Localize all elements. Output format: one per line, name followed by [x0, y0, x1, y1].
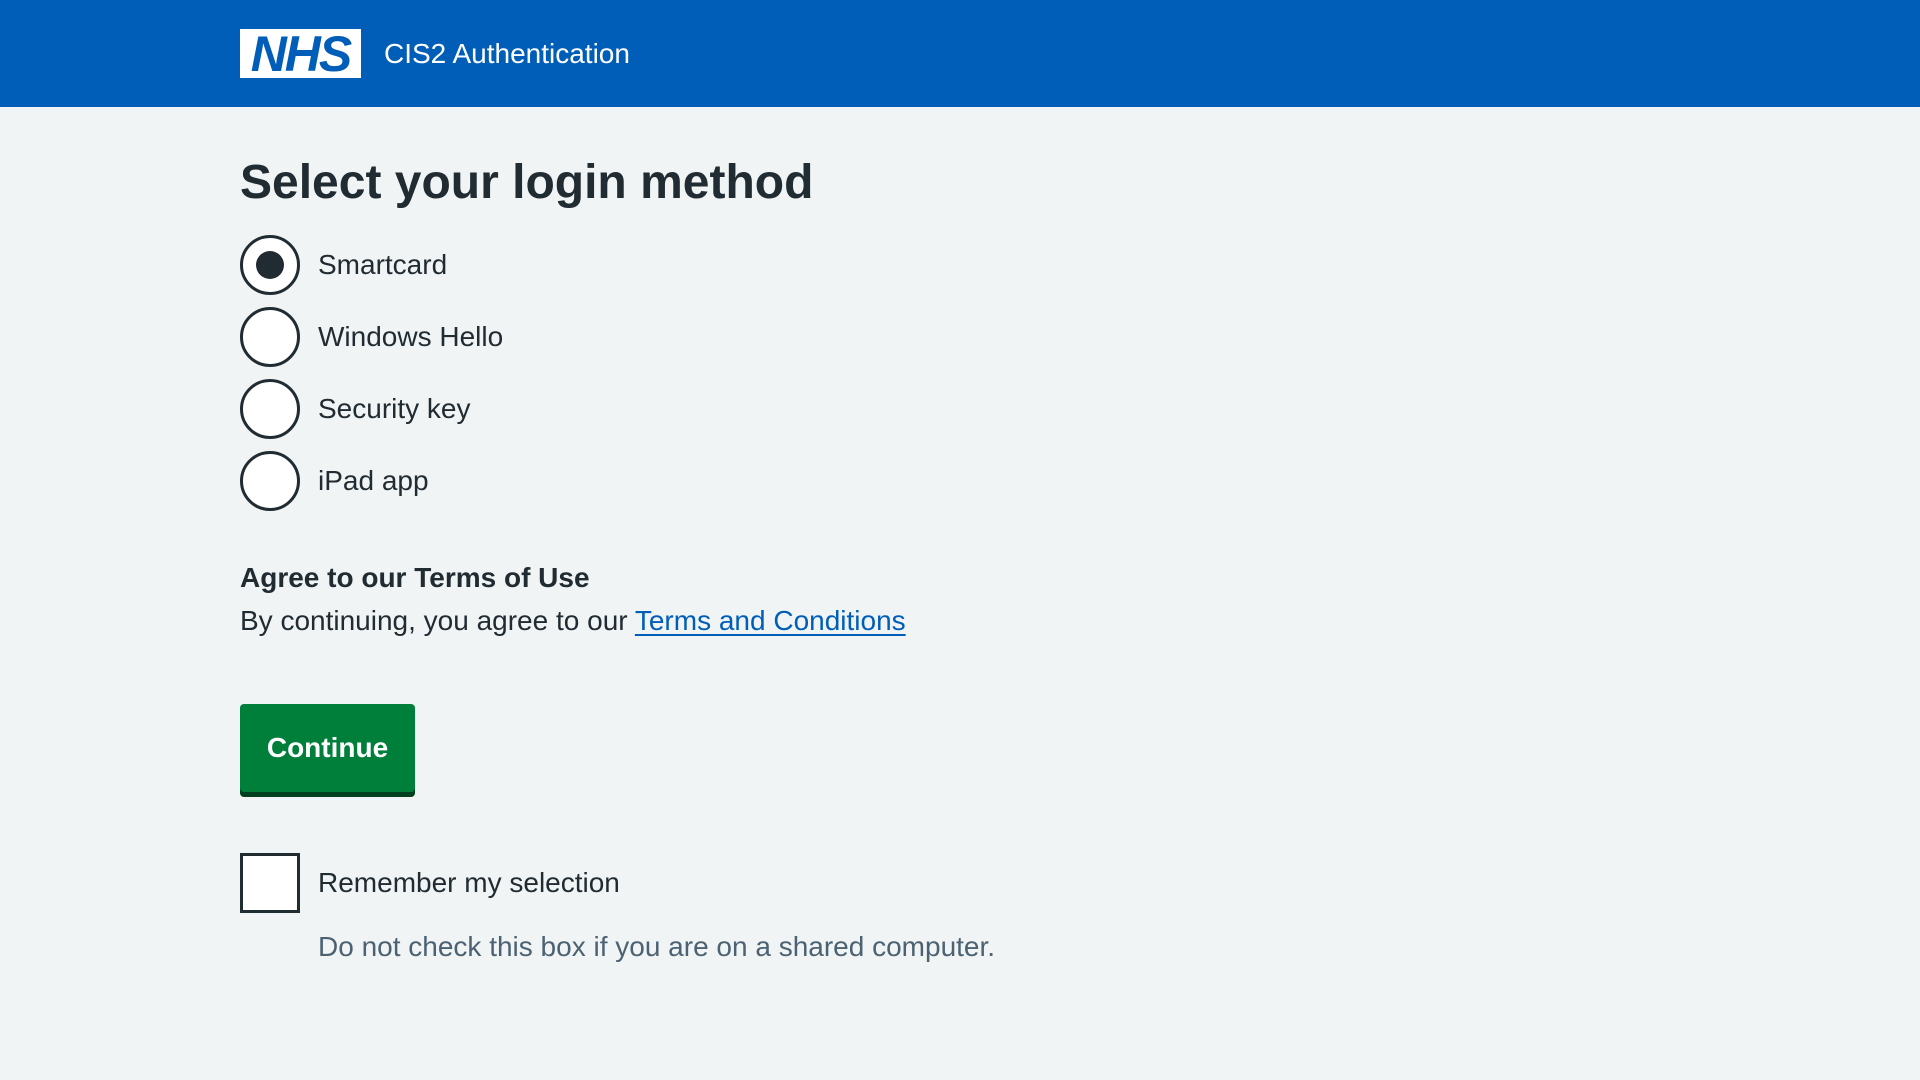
- radio-button[interactable]: [240, 235, 300, 295]
- terms-text-prefix: By continuing, you agree to our: [240, 605, 635, 636]
- page-title: Select your login method: [240, 156, 814, 209]
- radio-ipad-app[interactable]: iPad app: [240, 451, 640, 511]
- radio-smartcard[interactable]: Smartcard: [240, 235, 640, 295]
- remember-selection-hint: Do not check this box if you are on a sh…: [318, 931, 996, 962]
- nhs-logo-text: NHS: [250, 25, 353, 82]
- service-name[interactable]: CIS2 Authentication: [384, 36, 630, 72]
- radio-security-key[interactable]: Security key: [240, 379, 640, 439]
- radio-windows-hello[interactable]: Windows Hello: [240, 307, 640, 367]
- radio-button[interactable]: [240, 379, 300, 439]
- radio-button[interactable]: [240, 307, 300, 367]
- radio-label-windows-hello[interactable]: Windows Hello: [318, 319, 503, 355]
- remember-selection-label[interactable]: Remember my selection: [318, 865, 620, 901]
- radio-selected-dot: [256, 251, 284, 279]
- site-header: NHS CIS2 Authentication: [0, 0, 1920, 107]
- terms-heading: Agree to our Terms of Use: [240, 562, 590, 593]
- remember-selection-checkbox[interactable]: [240, 853, 300, 913]
- terms-text: By continuing, you agree to our Terms an…: [240, 603, 906, 639]
- radio-button[interactable]: [240, 451, 300, 511]
- terms-and-conditions-link[interactable]: Terms and Conditions: [635, 605, 906, 636]
- remember-selection-checkbox-row[interactable]: Remember my selection: [240, 853, 840, 913]
- nhs-logo[interactable]: NHS: [240, 25, 361, 82]
- radio-label-ipad-app[interactable]: iPad app: [318, 463, 429, 499]
- radio-label-smartcard[interactable]: Smartcard: [318, 247, 447, 283]
- continue-button[interactable]: Continue: [240, 704, 415, 792]
- radio-label-security-key[interactable]: Security key: [318, 391, 471, 427]
